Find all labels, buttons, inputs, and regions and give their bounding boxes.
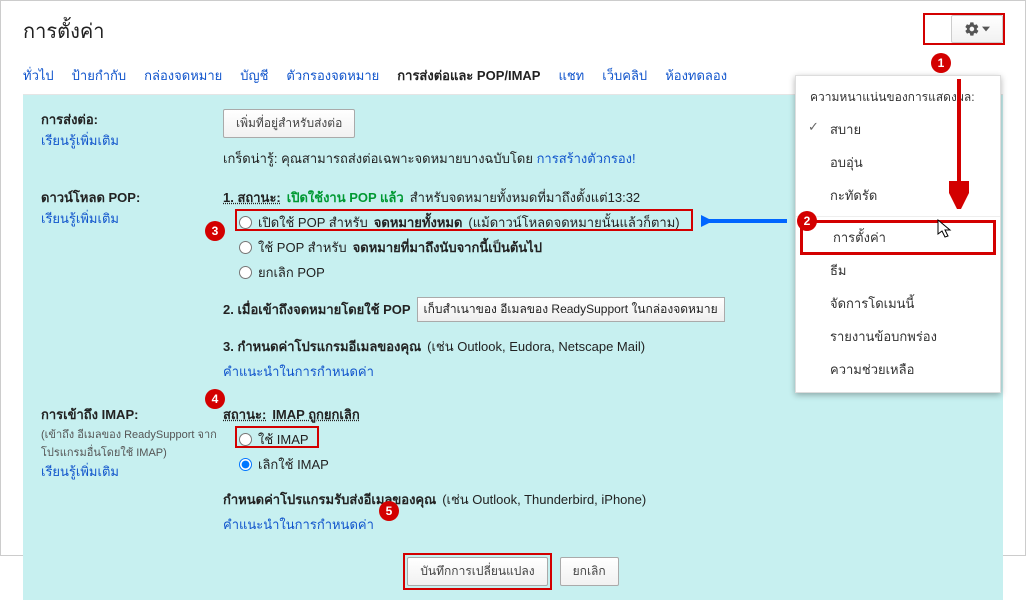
pop-step3-label: 3. กำหนดค่าโปรแกรมอีเมลของคุณ bbox=[223, 336, 421, 357]
pop-status-label: 1. สถานะ: bbox=[223, 187, 281, 208]
annotation-arrow-red bbox=[949, 79, 969, 209]
pop-opt1-tail: (แม้ดาวน์โหลดจดหมายนั้นแล้วก็ตาม) bbox=[468, 212, 679, 233]
cancel-button[interactable]: ยกเลิก bbox=[560, 557, 619, 586]
tab-accounts[interactable]: บัญชี bbox=[240, 65, 268, 94]
imap-opt2: เลิกใช้ IMAP bbox=[258, 454, 329, 475]
pop-opt2-pre: ใช้ POP สำหรับ bbox=[258, 237, 347, 258]
imap-radio-enable[interactable] bbox=[239, 433, 252, 446]
chevron-down-icon bbox=[982, 25, 990, 33]
imap-radio-disable[interactable] bbox=[239, 458, 252, 471]
dropdown-report-bug[interactable]: รายงานข้อบกพร่อง bbox=[796, 320, 1000, 353]
tab-inbox[interactable]: กล่องจดหมาย bbox=[144, 65, 222, 94]
pop-heading: ดาวน์โหลด POP: bbox=[41, 187, 223, 208]
tab-general[interactable]: ทั่วไป bbox=[23, 65, 54, 94]
imap-opt1: ใช้ IMAP bbox=[258, 429, 309, 450]
dropdown-themes[interactable]: ธีม bbox=[796, 254, 1000, 287]
pop-opt1-bold: จดหมายทั้งหมด bbox=[374, 212, 463, 233]
pop-step2-label: 2. เมื่อเข้าถึงจดหมายโดยใช้ POP bbox=[223, 299, 411, 320]
step-badge-1: 1 bbox=[931, 53, 951, 73]
pop-config-link[interactable]: คำแนะนำในการกำหนดค่า bbox=[223, 361, 374, 382]
pop-radio-new[interactable] bbox=[239, 241, 252, 254]
gear-button[interactable] bbox=[951, 15, 1003, 43]
settings-dropdown: ความหนาแน่นของการแสดงผล: สบาย อบอุ่น กะท… bbox=[795, 75, 1001, 393]
imap-subnote: (เข้าถึง อีเมลของ ReadySupport จากโปรแกร… bbox=[41, 425, 223, 461]
pop-action-select[interactable]: เก็บสำเนาของ อีเมลของ ReadySupport ในกล่… bbox=[417, 297, 725, 322]
pop-opt1-pre: เปิดใช้ POP สำหรับ bbox=[258, 212, 368, 233]
dropdown-manage-domain[interactable]: จัดการโดเมนนี้ bbox=[796, 287, 1000, 320]
imap-config-tail: (เช่น Outlook, Thunderbird, iPhone) bbox=[442, 489, 646, 510]
forwarding-learn-more-link[interactable]: เรียนรู้เพิ่มเติม bbox=[41, 133, 119, 148]
pop-status-tail: สำหรับจดหมายทั้งหมดที่มาถึงตั้งแต่13:32 bbox=[410, 187, 640, 208]
density-cozy[interactable]: อบอุ่น bbox=[796, 146, 1000, 179]
density-compact[interactable]: กะทัดรัด bbox=[796, 179, 1000, 212]
pop-step3-tail: (เช่น Outlook, Eudora, Netscape Mail) bbox=[427, 336, 645, 357]
add-forwarding-button[interactable]: เพิ่มที่อยู่สำหรับส่งต่อ bbox=[223, 109, 355, 138]
density-comfortable[interactable]: สบาย bbox=[796, 113, 1000, 146]
step-badge-4: 4 bbox=[205, 389, 225, 409]
tab-webclips[interactable]: เว็บคลิป bbox=[602, 65, 647, 94]
pop-opt2-bold: จดหมายที่มาถึงนับจากนี้เป็นต้นไป bbox=[353, 237, 542, 258]
tab-chat[interactable]: แชท bbox=[558, 65, 584, 94]
tab-labs[interactable]: ห้องทดลอง bbox=[665, 65, 727, 94]
imap-status-value: IMAP ถูกยกเลิก bbox=[272, 404, 359, 425]
page-title: การตั้งค่า bbox=[23, 15, 104, 47]
save-button[interactable]: บันทึกการเปลี่ยนแปลง bbox=[407, 557, 547, 586]
imap-learn-more-link[interactable]: เรียนรู้เพิ่มเติม bbox=[41, 464, 119, 479]
tab-pop-imap[interactable]: การส่งต่อและ POP/IMAP bbox=[397, 65, 540, 94]
pop-learn-more-link[interactable]: เรียนรู้เพิ่มเติม bbox=[41, 211, 119, 226]
dropdown-help[interactable]: ความช่วยเหลือ bbox=[796, 353, 1000, 386]
gear-icon bbox=[964, 21, 980, 37]
dropdown-settings[interactable]: การตั้งค่า bbox=[800, 220, 996, 255]
annotation-arrow-blue bbox=[701, 211, 791, 231]
step-badge-2: 2 bbox=[797, 211, 817, 231]
step-badge-3: 3 bbox=[205, 221, 225, 241]
pop-status-value: เปิดใช้งาน POP แล้ว bbox=[287, 187, 404, 208]
pop-radio-all[interactable] bbox=[239, 216, 252, 229]
create-filter-link[interactable]: การสร้างตัวกรอง! bbox=[537, 151, 636, 166]
cursor-icon bbox=[937, 219, 953, 239]
pop-opt3: ยกเลิก POP bbox=[258, 262, 325, 283]
pop-radio-disable[interactable] bbox=[239, 266, 252, 279]
tab-filters[interactable]: ตัวกรองจดหมาย bbox=[286, 65, 379, 94]
dropdown-density-header: ความหนาแน่นของการแสดงผล: bbox=[796, 82, 1000, 113]
tab-labels[interactable]: ป้ายกำกับ bbox=[72, 65, 126, 94]
forwarding-heading: การส่งต่อ: bbox=[41, 109, 223, 130]
imap-heading: การเข้าถึง IMAP: bbox=[41, 404, 223, 425]
step-badge-5: 5 bbox=[379, 501, 399, 521]
imap-status-label: สถานะ: bbox=[223, 404, 266, 425]
imap-config-link[interactable]: คำแนะนำในการกำหนดค่า bbox=[223, 514, 374, 535]
imap-config-label: กำหนดค่าโปรแกรมรับส่งอีเมลของคุณ bbox=[223, 489, 436, 510]
